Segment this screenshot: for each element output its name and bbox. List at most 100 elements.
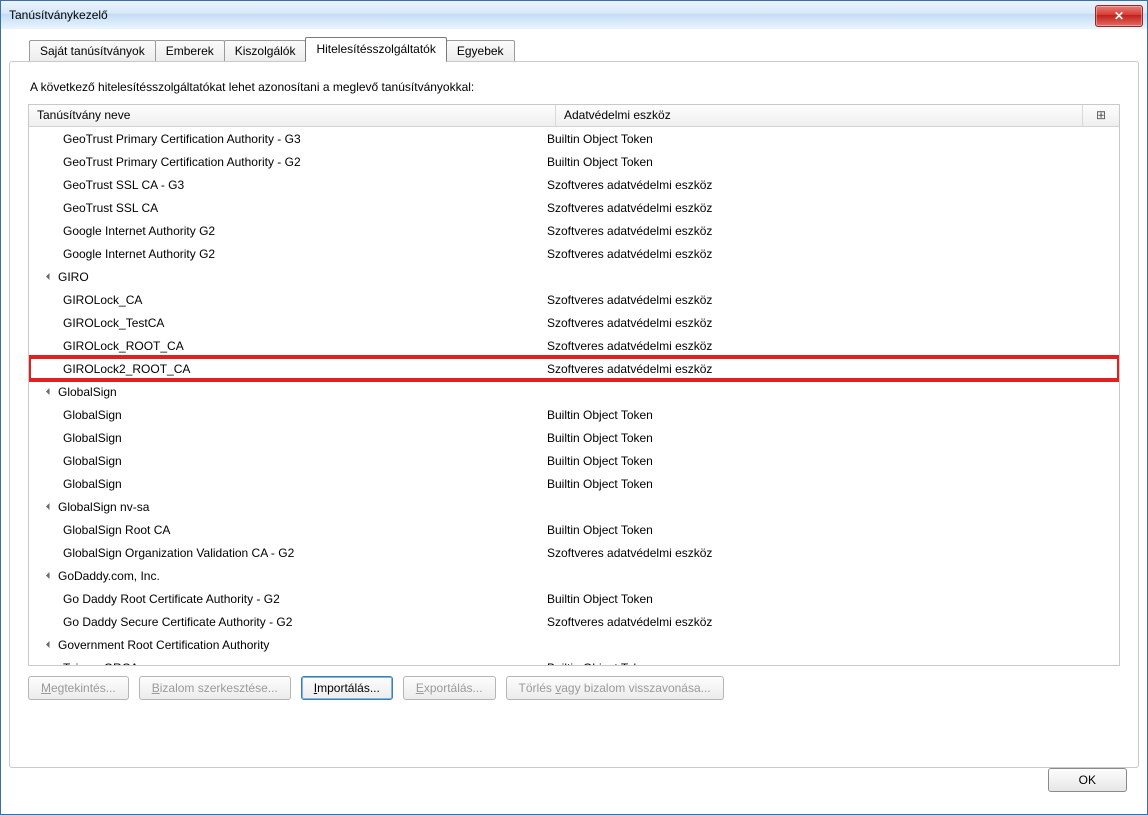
cert-name: GIROLock2_ROOT_CA xyxy=(29,362,539,376)
cert-device: Builtin Object Token xyxy=(539,477,1119,491)
table-group-row[interactable]: GIRO xyxy=(29,265,1119,288)
export-button[interactable]: Exportálás... xyxy=(403,676,496,700)
cert-name: GeoTrust SSL CA xyxy=(29,201,539,215)
cert-device: Szoftveres adatvédelmi eszköz xyxy=(539,247,1119,261)
cert-device: Szoftveres adatvédelmi eszköz xyxy=(539,293,1119,307)
cert-device: Szoftveres adatvédelmi eszköz xyxy=(539,615,1119,629)
cert-name: Google Internet Authority G2 xyxy=(29,247,539,261)
table-group-row[interactable]: GlobalSign nv-sa xyxy=(29,495,1119,518)
cert-device: Szoftveres adatvédelmi eszköz xyxy=(539,546,1119,560)
cert-device: Szoftveres adatvédelmi eszköz xyxy=(539,362,1119,376)
disclosure-triangle-icon[interactable] xyxy=(46,388,53,395)
table-row[interactable]: GlobalSignBuiltin Object Token xyxy=(29,426,1119,449)
panel-description: A következő hitelesítésszolgáltatókat le… xyxy=(30,80,1120,94)
disclosure-triangle-icon[interactable] xyxy=(46,572,53,579)
ok-button[interactable]: OK xyxy=(1048,768,1127,792)
edit-trust-button[interactable]: Bizalom szerkesztése... xyxy=(139,676,291,700)
table-row[interactable]: GeoTrust Primary Certification Authority… xyxy=(29,150,1119,173)
table-row[interactable]: Google Internet Authority G2Szoftveres a… xyxy=(29,219,1119,242)
cert-name: GeoTrust SSL CA - G3 xyxy=(29,178,539,192)
column-picker-icon[interactable]: ⊞ xyxy=(1083,105,1119,126)
col-header-name[interactable]: Tanúsítvány neve xyxy=(29,105,556,126)
group-label: GoDaddy.com, Inc. xyxy=(58,569,160,583)
cert-name: GIROLock_TestCA xyxy=(29,316,539,330)
table-row[interactable]: Google Internet Authority G2Szoftveres a… xyxy=(29,242,1119,265)
table-group-row[interactable]: GlobalSign xyxy=(29,380,1119,403)
import-button[interactable]: Importálás... xyxy=(301,676,393,700)
table-group-row[interactable]: GoDaddy.com, Inc. xyxy=(29,564,1119,587)
cert-name: GlobalSign Root CA xyxy=(29,523,539,537)
table-row[interactable]: GeoTrust Primary Certification Authority… xyxy=(29,127,1119,150)
table-row[interactable]: GlobalSignBuiltin Object Token xyxy=(29,472,1119,495)
group-label: GlobalSign nv-sa xyxy=(58,500,149,514)
cert-device: Builtin Object Token xyxy=(539,155,1119,169)
cert-name: GlobalSign Organization Validation CA - … xyxy=(29,546,539,560)
cert-name: GlobalSign xyxy=(29,431,539,445)
table-row[interactable]: Go Daddy Root Certificate Authority - G2… xyxy=(29,587,1119,610)
button-row: Megtekintés... Bizalom szerkesztése... I… xyxy=(28,676,1120,700)
table-row[interactable]: GIROLock_CASzoftveres adatvédelmi eszköz xyxy=(29,288,1119,311)
table-group-row[interactable]: Government Root Certification Authority xyxy=(29,633,1119,656)
group-label: GlobalSign xyxy=(58,385,117,399)
table-row[interactable]: Go Daddy Secure Certificate Authority - … xyxy=(29,610,1119,633)
cert-device: Szoftveres adatvédelmi eszköz xyxy=(539,316,1119,330)
disclosure-triangle-icon[interactable] xyxy=(46,273,53,280)
cert-name: GeoTrust Primary Certification Authority… xyxy=(29,132,539,146)
disclosure-triangle-icon[interactable] xyxy=(46,503,53,510)
cert-name: Taiwan GRCA xyxy=(29,661,539,666)
table-header: Tanúsítvány neve Adatvédelmi eszköz ⊞ xyxy=(29,105,1119,127)
cert-device: Builtin Object Token xyxy=(539,523,1119,537)
window-close-button[interactable]: ✕ xyxy=(1095,5,1143,27)
tab-people[interactable]: Emberek xyxy=(155,40,225,62)
cert-name: GlobalSign xyxy=(29,408,539,422)
cert-device: Builtin Object Token xyxy=(539,132,1119,146)
cert-device: Szoftveres adatvédelmi eszköz xyxy=(539,224,1119,238)
table-row[interactable]: GIROLock2_ROOT_CASzoftveres adatvédelmi … xyxy=(29,357,1119,380)
table-row[interactable]: GlobalSign Root CABuiltin Object Token xyxy=(29,518,1119,541)
col-header-device[interactable]: Adatvédelmi eszköz xyxy=(556,105,1083,126)
client-area: Saját tanúsítványok Emberek Kiszolgálók … xyxy=(9,37,1139,804)
cert-device: Builtin Object Token xyxy=(539,661,1119,666)
table-row[interactable]: GlobalSignBuiltin Object Token xyxy=(29,449,1119,472)
table-body[interactable]: GeoTrust Primary Certification Authority… xyxy=(29,127,1119,665)
titlebar: Tanúsítványkezelő ✕ xyxy=(1,1,1147,29)
cert-device: Builtin Object Token xyxy=(539,592,1119,606)
window-title: Tanúsítványkezelő xyxy=(9,8,1095,22)
table-row[interactable]: GlobalSign Organization Validation CA - … xyxy=(29,541,1119,564)
group-label: GIRO xyxy=(58,270,89,284)
cert-name: GlobalSign xyxy=(29,477,539,491)
cert-device: Szoftveres adatvédelmi eszköz xyxy=(539,178,1119,192)
table-row[interactable]: GIROLock_TestCASzoftveres adatvédelmi es… xyxy=(29,311,1119,334)
delete-button[interactable]: Törlés vagy bizalom visszavonása... xyxy=(506,676,724,700)
cert-device: Builtin Object Token xyxy=(539,408,1119,422)
tab-authorities[interactable]: Hitelesítésszolgáltatók xyxy=(305,37,446,62)
table-row[interactable]: GeoTrust SSL CASzoftveres adatvédelmi es… xyxy=(29,196,1119,219)
table-row[interactable]: GeoTrust SSL CA - G3Szoftveres adatvédel… xyxy=(29,173,1119,196)
cert-name: GIROLock_ROOT_CA xyxy=(29,339,539,353)
tab-own-certs[interactable]: Saját tanúsítványok xyxy=(29,40,156,62)
cert-name: GeoTrust Primary Certification Authority… xyxy=(29,155,539,169)
cert-device: Builtin Object Token xyxy=(539,454,1119,468)
cert-table: Tanúsítvány neve Adatvédelmi eszköz ⊞ Ge… xyxy=(28,104,1120,666)
cert-device: Szoftveres adatvédelmi eszköz xyxy=(539,201,1119,215)
table-row[interactable]: GIROLock_ROOT_CASzoftveres adatvédelmi e… xyxy=(29,334,1119,357)
table-row[interactable]: GlobalSignBuiltin Object Token xyxy=(29,403,1119,426)
tabstrip: Saját tanúsítványok Emberek Kiszolgálók … xyxy=(29,37,1139,61)
cert-name: GIROLock_CA xyxy=(29,293,539,307)
disclosure-triangle-icon[interactable] xyxy=(46,641,53,648)
cert-name: Go Daddy Root Certificate Authority - G2 xyxy=(29,592,539,606)
dialog-footer: OK xyxy=(1048,768,1127,792)
table-row[interactable]: Taiwan GRCABuiltin Object Token xyxy=(29,656,1119,665)
tab-panel: A következő hitelesítésszolgáltatókat le… xyxy=(9,61,1139,768)
tab-servers[interactable]: Kiszolgálók xyxy=(224,40,307,62)
view-button[interactable]: Megtekintés... xyxy=(28,676,129,700)
cert-name: Go Daddy Secure Certificate Authority - … xyxy=(29,615,539,629)
cert-device: Builtin Object Token xyxy=(539,431,1119,445)
group-label: Government Root Certification Authority xyxy=(58,638,269,652)
close-icon: ✕ xyxy=(1114,9,1124,23)
cert-name: Google Internet Authority G2 xyxy=(29,224,539,238)
cert-name: GlobalSign xyxy=(29,454,539,468)
window-frame: Tanúsítványkezelő ✕ Saját tanúsítványok … xyxy=(0,0,1148,815)
cert-device: Szoftveres adatvédelmi eszköz xyxy=(539,339,1119,353)
tab-others[interactable]: Egyebek xyxy=(446,40,515,62)
